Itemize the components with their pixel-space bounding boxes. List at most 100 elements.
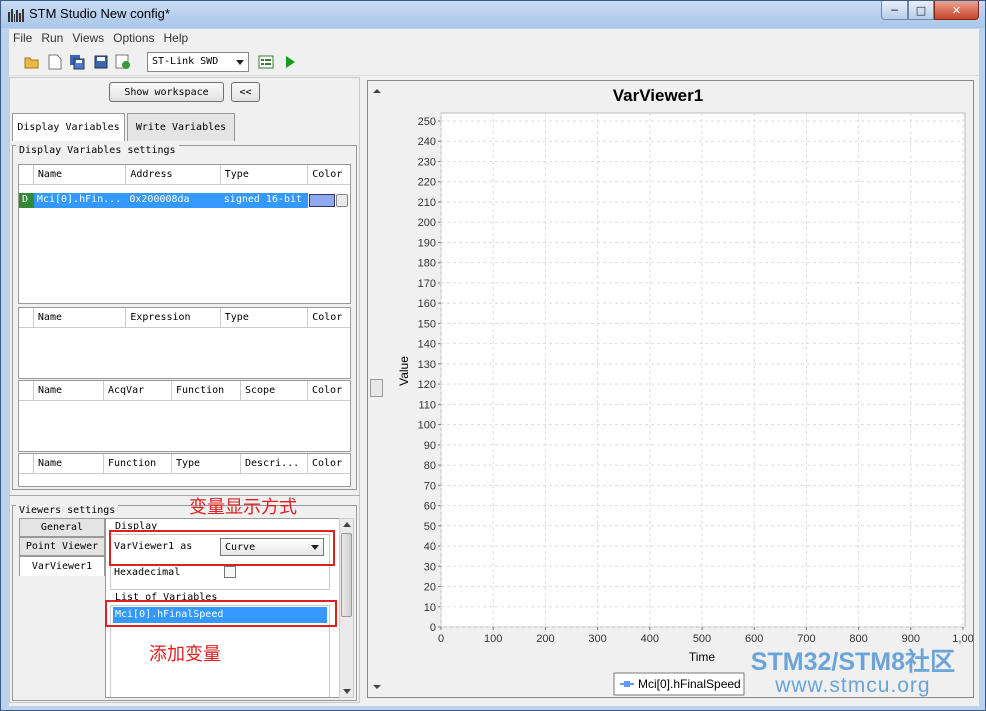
folder-open-icon [24,57,39,69]
chevron-down-icon [236,60,244,65]
column-header[interactable]: Scope [241,381,308,401]
y-tick-label: 120 [418,379,436,391]
y-tick-label: 180 [418,258,436,270]
chart: VarViewer1 0 10 20 30 40 50 60 70 80 90 100 110 120 13… [397,86,973,696]
y-tick-label: 140 [418,339,436,351]
close-button[interactable]: ✕ [934,1,979,20]
column-header[interactable]: Type [221,165,309,185]
variable-type: signed 16-bit [223,194,303,205]
config-icon [258,55,274,69]
open-button[interactable] [23,53,41,71]
column-header[interactable]: AcqVar [104,381,172,401]
variable-address: 0x200008da [129,194,190,205]
x-tick-label: 0 [438,633,444,645]
viewer-tab-general[interactable]: General [19,518,105,537]
export-button[interactable] [114,53,132,71]
save-icon [94,55,108,69]
show-workspace-button[interactable]: Show workspace [109,82,224,102]
column-header[interactable]: Expression [126,308,221,328]
variable-color[interactable] [308,193,350,208]
column-header[interactable]: Descri... [241,454,308,474]
viewer-tab-varviewer1[interactable]: VarViewer1 [19,556,105,576]
new-file-icon [48,54,62,70]
x-tick-label: 600 [745,633,763,645]
table-row[interactable]: D Mci[0].hFin... 0x200008da signed 16-bi… [19,193,350,208]
viewers-scrollbar[interactable] [339,518,354,698]
column-header[interactable]: Name [34,454,104,474]
collapse-button[interactable]: << [231,82,260,102]
tab-display-variables[interactable]: Display Variables [12,113,125,141]
scroll-up-icon [343,522,351,527]
settings-button[interactable] [257,53,275,71]
y-tick-label: 110 [418,399,436,411]
column-header[interactable]: Function [172,381,241,401]
y-tick-label: 170 [418,278,436,290]
color-swatch [309,194,336,207]
column-header[interactable]: Name [34,308,127,328]
probe-value: ST-Link SWD [152,56,219,67]
y-tick-label: 130 [418,359,436,371]
x-tick-label: 400 [641,633,659,645]
new-button[interactable] [46,53,64,71]
tab-write-variables[interactable]: Write Variables [127,113,235,141]
y-tick-label: 60 [424,501,436,513]
plot-area [440,112,966,628]
y-tick-label: 40 [424,541,436,553]
menu-file[interactable]: File [9,29,37,48]
hexadecimal-checkbox[interactable] [224,566,236,578]
column-header[interactable]: Type [221,308,309,328]
highlight-variable-list [105,600,337,627]
save-all-button[interactable] [68,53,86,71]
run-button[interactable] [281,53,299,71]
highlight-display-mode [109,530,335,566]
column-header[interactable]: Color [308,381,350,401]
viewer-tab-point-viewer[interactable]: Point Viewer [19,537,105,556]
x-axis-label: Time [689,650,716,664]
y-tick-label: 0 [430,622,436,634]
scroll-down-icon [343,689,351,694]
x-tick-label: 100 [484,633,502,645]
x-tick-label: 800 [849,633,867,645]
minimize-button[interactable]: ─ [881,1,908,20]
maximize-button[interactable]: □ [908,1,934,20]
y-tick-label: 30 [424,561,436,573]
watermark-line1: STM32/STM8社区 [750,648,955,676]
menu-run[interactable]: Run [37,29,68,48]
y-tick-label: 80 [424,460,436,472]
column-header[interactable]: Color [308,454,350,474]
chart-title: VarViewer1 [613,86,703,105]
x-tick-label: 900 [902,633,920,645]
y-tick-label: 190 [418,237,436,249]
color-picker-button[interactable] [336,194,349,207]
y-tick-label: 100 [418,420,436,432]
probe-select[interactable]: ST-Link SWD [147,52,249,72]
display-flag: D [19,193,34,208]
title-bar[interactable]: STM Studio New config* ─ □ ✕ [1,1,985,28]
save-button[interactable] [92,53,110,71]
scroll-thumb[interactable] [341,533,352,617]
x-tick-label: 1,00 [952,633,973,645]
y-tick-label: 70 [424,480,436,492]
y-tick-label: 250 [418,116,436,128]
column-header[interactable]: Name [34,381,104,401]
toolbar: ST-Link SWD [9,49,979,76]
menu-options[interactable]: Options [109,29,159,48]
column-header[interactable]: Type [172,454,241,474]
save-all-icon [70,55,85,70]
variables-table: Name Address Type Color D Mci[0].hFin...… [18,164,351,304]
column-header[interactable]: Address [126,165,221,185]
menu-help[interactable]: Help [160,29,194,48]
column-header[interactable]: Color [308,165,350,185]
annotation-display-mode: 变量显示方式 [189,497,297,518]
legend-entry: Mci[0].hFinalSpeed [638,677,741,691]
menu-views[interactable]: Views [68,29,109,48]
column-header[interactable]: Function [104,454,172,474]
legend-swatch-marker [624,681,630,687]
functions-table: Name AcqVar Function Scope Color [18,380,351,452]
y-tick-label: 240 [418,136,436,148]
descriptions-table: Name Function Type Descri... Color [18,453,351,487]
column-header[interactable]: Color [308,308,350,328]
column-header[interactable]: Name [34,165,127,185]
maximize-icon: □ [915,3,927,17]
client-area: File Run Views Options Help ST-Link SWD … [9,29,979,706]
